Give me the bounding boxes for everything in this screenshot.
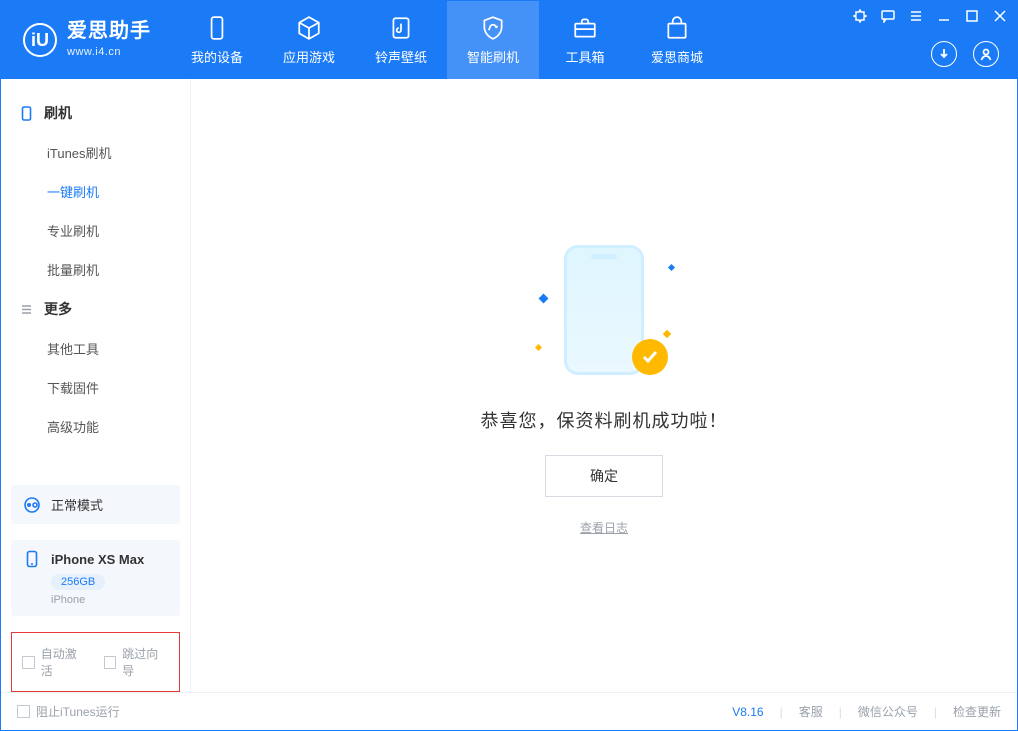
sidebar-item-download-firmware[interactable]: 下载固件: [1, 368, 190, 407]
device-storage-badge: 256GB: [51, 574, 105, 590]
nav-ringtone-wallpaper[interactable]: 铃声壁纸: [355, 1, 447, 79]
device-type: iPhone: [51, 594, 168, 606]
flash-options-box: 自动激活 跳过向导: [11, 632, 180, 692]
main-nav: 我的设备 应用游戏 铃声壁纸 智能刷机 工具箱 爱思商城: [171, 1, 723, 79]
store-icon: [664, 15, 690, 41]
sidebar-group-more: 更多: [1, 289, 190, 329]
account-button[interactable]: [973, 41, 999, 67]
device-phone-icon: [23, 550, 41, 568]
device-icon: [204, 15, 230, 41]
feedback-icon[interactable]: [881, 9, 895, 23]
success-illustration: [534, 235, 674, 385]
nav-my-device[interactable]: 我的设备: [171, 1, 263, 79]
footer-link-support[interactable]: 客服: [799, 703, 823, 720]
nav-label: 我的设备: [191, 47, 243, 66]
checkbox-skip-wizard[interactable]: 跳过向导: [104, 645, 170, 679]
check-badge-icon: [632, 339, 668, 375]
checkbox-block-itunes[interactable]: 阻止iTunes运行: [17, 703, 120, 720]
nav-apps-games[interactable]: 应用游戏: [263, 1, 355, 79]
ok-button[interactable]: 确定: [545, 455, 663, 497]
checkbox-icon: [17, 705, 30, 718]
app-name: 爱思助手: [67, 20, 151, 42]
mode-card-label: 正常模式: [51, 495, 103, 514]
menu-icon[interactable]: [909, 9, 923, 23]
app-header: iU 爱思助手 www.i4.cn 我的设备 应用游戏 铃声壁纸 智能刷机 工具…: [1, 1, 1017, 79]
spark-icon: [663, 330, 671, 338]
logo-block: iU 爱思助手 www.i4.cn: [1, 1, 171, 79]
nav-label: 爱思商城: [651, 47, 703, 66]
nav-label: 智能刷机: [467, 47, 519, 66]
main-content: 恭喜您，保资料刷机成功啦！ 确定 查看日志: [191, 79, 1017, 692]
nav-label: 工具箱: [565, 47, 604, 66]
sidebar-group-label: 刷机: [44, 103, 72, 123]
checkbox-icon: [22, 656, 35, 669]
checkbox-icon: [104, 656, 117, 669]
download-button[interactable]: [931, 41, 957, 67]
sidebar-group-flash: 刷机: [1, 93, 190, 133]
phone-icon: [19, 106, 34, 121]
spark-icon: [539, 294, 549, 304]
app-body: 刷机 iTunes刷机 一键刷机 专业刷机 批量刷机 更多 其他工具 下载固件 …: [1, 79, 1017, 692]
sidebar: 刷机 iTunes刷机 一键刷机 专业刷机 批量刷机 更多 其他工具 下载固件 …: [1, 79, 191, 692]
cube-icon: [296, 15, 322, 41]
device-name: iPhone XS Max: [51, 552, 144, 567]
app-logo-icon: iU: [23, 23, 57, 57]
mode-normal-icon: [23, 496, 41, 514]
sidebar-item-batch-flash[interactable]: 批量刷机: [1, 250, 190, 289]
checkbox-label: 自动激活: [41, 645, 88, 679]
version-label: V8.16: [732, 705, 763, 719]
spark-icon: [535, 344, 542, 351]
toolbox-icon: [572, 15, 598, 41]
skin-icon[interactable]: [853, 9, 867, 23]
close-icon[interactable]: [993, 9, 1007, 23]
app-domain: www.i4.cn: [67, 46, 121, 58]
music-file-icon: [388, 15, 414, 41]
nav-label: 铃声壁纸: [375, 47, 427, 66]
footer-link-wechat[interactable]: 微信公众号: [858, 703, 918, 720]
sidebar-item-oneclick-flash[interactable]: 一键刷机: [1, 172, 190, 211]
sidebar-group-label: 更多: [44, 299, 72, 319]
sidebar-item-advanced[interactable]: 高级功能: [1, 407, 190, 446]
nav-smart-flash[interactable]: 智能刷机: [447, 1, 539, 79]
header-right-actions: [931, 41, 999, 67]
nav-store[interactable]: 爱思商城: [631, 1, 723, 79]
window-controls: [853, 9, 1007, 23]
list-icon: [19, 302, 34, 317]
nav-toolbox[interactable]: 工具箱: [539, 1, 631, 79]
success-message: 恭喜您，保资料刷机成功啦！: [481, 407, 728, 433]
nav-label: 应用游戏: [283, 47, 335, 66]
checkbox-label: 阻止iTunes运行: [36, 703, 120, 720]
device-card[interactable]: iPhone XS Max 256GB iPhone: [11, 540, 180, 616]
shield-refresh-icon: [480, 15, 506, 41]
maximize-icon[interactable]: [965, 9, 979, 23]
checkbox-auto-activate[interactable]: 自动激活: [22, 645, 88, 679]
footer-link-update[interactable]: 检查更新: [953, 703, 1001, 720]
spark-icon: [668, 264, 675, 271]
sidebar-item-itunes-flash[interactable]: iTunes刷机: [1, 133, 190, 172]
view-log-link[interactable]: 查看日志: [580, 519, 628, 536]
sidebar-item-other-tools[interactable]: 其他工具: [1, 329, 190, 368]
minimize-icon[interactable]: [937, 9, 951, 23]
app-footer: 阻止iTunes运行 V8.16 | 客服 | 微信公众号 | 检查更新: [1, 692, 1017, 730]
sidebar-item-pro-flash[interactable]: 专业刷机: [1, 211, 190, 250]
mode-card[interactable]: 正常模式: [11, 485, 180, 524]
checkbox-label: 跳过向导: [122, 645, 169, 679]
